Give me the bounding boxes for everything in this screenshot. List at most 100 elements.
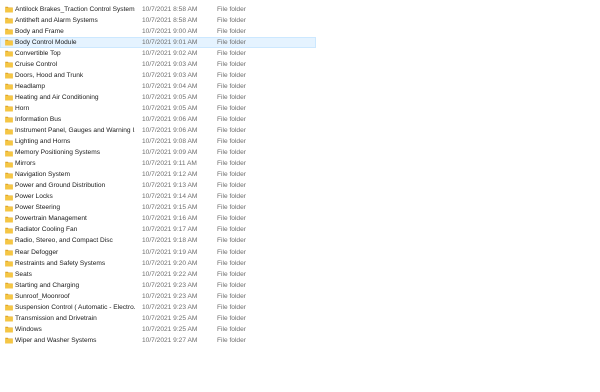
folder-row[interactable]: Cruise Control 10/7/2021 9:03 AM File fo… xyxy=(0,59,316,70)
folder-icon xyxy=(5,73,13,79)
item-type: File folder xyxy=(217,5,246,13)
folder-row[interactable]: Instrument Panel, Gauges and Warning I..… xyxy=(0,126,316,137)
folder-name: Power and Ground Distribution xyxy=(15,182,106,190)
folder-row[interactable]: Body Control Module 10/7/2021 9:01 AM Fi… xyxy=(0,37,316,49)
folder-icon xyxy=(5,95,13,101)
folder-name: Instrument Panel, Gauges and Warning I..… xyxy=(15,127,135,135)
item-type: File folder xyxy=(217,325,246,333)
folder-row[interactable]: Horn 10/7/2021 9:05 AM File folder xyxy=(0,103,316,114)
folder-icon xyxy=(5,305,13,311)
date-modified: 10/7/2021 9:12 AM xyxy=(142,171,198,179)
folder-row[interactable]: Power Locks 10/7/2021 9:14 AM File folde… xyxy=(0,192,316,203)
date-modified: 10/7/2021 9:20 AM xyxy=(142,259,198,267)
folder-row[interactable]: Navigation System 10/7/2021 9:12 AM File… xyxy=(0,170,316,181)
folder-row[interactable]: Doors, Hood and Trunk 10/7/2021 9:03 AM … xyxy=(0,70,316,81)
date-modified: 10/7/2021 9:05 AM xyxy=(142,93,198,101)
folder-row[interactable]: Antitheft and Alarm Systems 10/7/2021 8:… xyxy=(0,15,316,26)
folder-name: Body and Frame xyxy=(15,27,64,35)
folder-name: Suspension Control ( Automatic - Electro… xyxy=(15,303,135,311)
folder-row[interactable]: Antilock Brakes_Traction Control Systems… xyxy=(0,4,316,15)
folder-icon xyxy=(5,84,13,90)
folder-row[interactable]: Radio, Stereo, and Compact Disc 10/7/202… xyxy=(0,236,316,247)
folder-row[interactable]: Seats 10/7/2021 9:22 AM File folder xyxy=(0,269,316,280)
folder-row[interactable]: Body and Frame 10/7/2021 9:00 AM File fo… xyxy=(0,26,316,37)
item-type: File folder xyxy=(217,259,246,267)
folder-row[interactable]: Windows 10/7/2021 9:25 AM File folder xyxy=(0,324,316,335)
item-type: File folder xyxy=(217,215,246,223)
date-modified: 10/7/2021 9:15 AM xyxy=(142,204,198,212)
folder-row[interactable]: Starting and Charging 10/7/2021 9:23 AM … xyxy=(0,280,316,291)
folder-row[interactable]: Headlamp 10/7/2021 9:04 AM File folder xyxy=(0,81,316,92)
folder-row[interactable]: Sunroof_Moonroof 10/7/2021 9:23 AM File … xyxy=(0,291,316,302)
folder-icon xyxy=(5,39,13,46)
date-modified: 10/7/2021 9:09 AM xyxy=(142,149,198,157)
item-type: File folder xyxy=(217,226,246,234)
folder-row[interactable]: Mirrors 10/7/2021 9:11 AM File folder xyxy=(0,159,316,170)
folder-row[interactable]: Suspension Control ( Automatic - Electro… xyxy=(0,302,316,313)
folder-row[interactable]: Radiator Cooling Fan 10/7/2021 9:17 AM F… xyxy=(0,225,316,236)
item-type: File folder xyxy=(217,82,246,90)
item-type: File folder xyxy=(217,193,246,201)
folder-icon xyxy=(5,172,13,179)
file-list: Antilock Brakes_Traction Control Systems… xyxy=(0,4,600,346)
folder-icon xyxy=(5,282,13,289)
folder-row[interactable]: Rear Defogger 10/7/2021 9:19 AM File fol… xyxy=(0,247,316,258)
item-type: File folder xyxy=(217,336,246,344)
date-modified: 10/7/2021 9:01 AM xyxy=(142,38,198,46)
folder-name: Restraints and Safety Systems xyxy=(15,259,106,267)
date-modified: 10/7/2021 9:06 AM xyxy=(142,127,198,135)
item-type: File folder xyxy=(217,104,246,112)
folder-name: Power Locks xyxy=(15,193,53,201)
folder-row[interactable]: Heating and Air Conditioning 10/7/2021 9… xyxy=(0,92,316,103)
folder-icon xyxy=(5,194,13,201)
date-modified: 10/7/2021 9:14 AM xyxy=(142,193,198,201)
item-type: File folder xyxy=(217,149,246,157)
item-type: File folder xyxy=(217,27,246,35)
folder-row[interactable]: Lighting and Horns 10/7/2021 9:08 AM Fil… xyxy=(0,137,316,148)
folder-icon xyxy=(5,161,13,168)
folder-row[interactable]: Restraints and Safety Systems 10/7/2021 … xyxy=(0,258,316,269)
item-type: File folder xyxy=(217,237,246,245)
folder-row[interactable]: Wiper and Washer Systems 10/7/2021 9:27 … xyxy=(0,335,316,346)
folder-name: Convertible Top xyxy=(15,49,61,57)
folder-icon xyxy=(5,28,13,35)
date-modified: 10/7/2021 9:00 AM xyxy=(142,27,198,35)
item-type: File folder xyxy=(217,314,246,322)
folder-row[interactable]: Powertrain Management 10/7/2021 9:16 AM … xyxy=(0,214,316,225)
folder-row[interactable]: Convertible Top 10/7/2021 9:02 AM File f… xyxy=(0,48,316,59)
item-type: File folder xyxy=(217,182,246,190)
folder-row[interactable]: Memory Positioning Systems 10/7/2021 9:0… xyxy=(0,148,316,159)
folder-name: Wiper and Washer Systems xyxy=(15,336,97,344)
item-type: File folder xyxy=(217,127,246,135)
date-modified: 10/7/2021 9:23 AM xyxy=(142,281,198,289)
folder-icon xyxy=(5,216,13,223)
date-modified: 10/7/2021 9:03 AM xyxy=(142,71,198,79)
item-type: File folder xyxy=(217,292,246,300)
folder-icon xyxy=(5,249,13,256)
item-type: File folder xyxy=(217,38,246,46)
date-modified: 10/7/2021 9:27 AM xyxy=(142,336,198,344)
folder-name: Radiator Cooling Fan xyxy=(15,226,78,234)
folder-name: Antilock Brakes_Traction Control Systems xyxy=(15,5,135,13)
folder-icon xyxy=(5,6,13,13)
date-modified: 10/7/2021 9:03 AM xyxy=(142,60,198,68)
date-modified: 10/7/2021 8:58 AM xyxy=(142,5,198,13)
folder-name: Mirrors xyxy=(15,160,36,168)
folder-name: Power Steering xyxy=(15,204,61,212)
folder-name: Powertrain Management xyxy=(15,215,87,223)
folder-icon xyxy=(5,117,13,123)
date-modified: 10/7/2021 9:25 AM xyxy=(142,314,198,322)
folder-row[interactable]: Information Bus 10/7/2021 9:06 AM File f… xyxy=(0,114,316,125)
folder-row[interactable]: Transmission and Drivetrain 10/7/2021 9:… xyxy=(0,313,316,324)
folder-row[interactable]: Power and Ground Distribution 10/7/2021 … xyxy=(0,181,316,192)
folder-name: Rear Defogger xyxy=(15,248,59,256)
folder-icon xyxy=(5,327,13,333)
date-modified: 10/7/2021 9:02 AM xyxy=(142,49,198,57)
folder-icon xyxy=(5,150,13,157)
item-type: File folder xyxy=(217,16,246,24)
date-modified: 10/7/2021 9:08 AM xyxy=(142,138,198,146)
date-modified: 10/7/2021 9:19 AM xyxy=(142,248,198,256)
folder-row[interactable]: Power Steering 10/7/2021 9:15 AM File fo… xyxy=(0,203,316,214)
folder-icon xyxy=(5,260,13,267)
folder-name: Headlamp xyxy=(15,82,46,90)
